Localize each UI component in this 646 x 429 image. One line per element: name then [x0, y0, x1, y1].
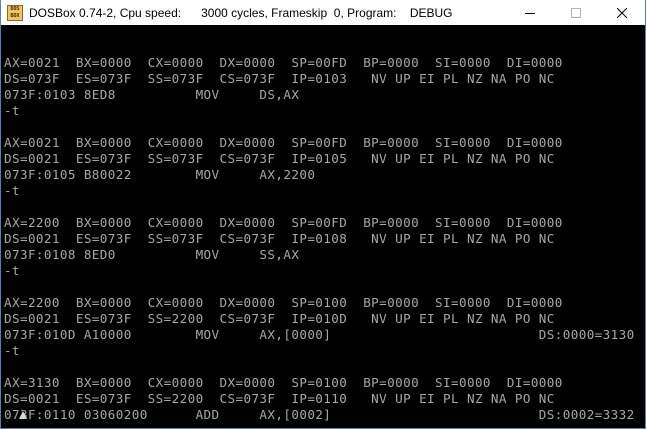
console-line: -t — [4, 103, 20, 118]
dosbox-app-icon[interactable]: DOS BOX — [7, 4, 23, 21]
console-line: 073F:0105 B80022 MOV AX,2200 — [4, 167, 316, 182]
mouse-pointer-icon — [19, 411, 27, 419]
window-title: DOSBox 0.74-2, Cpu speed: 3000 cycles, F… — [29, 5, 453, 20]
prompt-text: - — [4, 423, 12, 427]
icon-label-bottom: BOX — [10, 12, 20, 19]
console-line: DS=0021 ES=073F SS=2200 CS=073F IP=0110 … — [4, 391, 555, 406]
dos-console[interactable]: AX=0021 BX=0000 CX=0000 DX=0000 SP=00FD … — [4, 39, 644, 427]
console-line: AX=3130 BX=0000 CX=0000 DX=0000 SP=0100 … — [4, 375, 563, 390]
console-line: DS=0021 ES=073F SS=073F CS=073F IP=0105 … — [4, 151, 555, 166]
console-line: 073F:010D A10000 MOV AX,[0000] DS:0000=3… — [4, 327, 635, 342]
console-line: 073F:0108 8ED0 MOV SS,AX — [4, 247, 300, 262]
console-line: AX=2200 BX=0000 CX=0000 DX=0000 SP=00FD … — [4, 215, 563, 230]
console-line: AX=0021 BX=0000 CX=0000 DX=0000 SP=00FD … — [4, 55, 563, 70]
dosbox-window: DOS BOX DOSBox 0.74-2, Cpu speed: 3000 c… — [0, 0, 646, 429]
maximize-button[interactable] — [553, 0, 599, 25]
console-line: -t — [4, 183, 20, 198]
console-line: DS=0021 ES=073F SS=2200 CS=073F IP=010D … — [4, 311, 555, 326]
minimize-button[interactable] — [507, 0, 553, 25]
console-line: AX=2200 BX=0000 CX=0000 DX=0000 SP=0100 … — [4, 295, 563, 310]
console-line: -t — [4, 343, 20, 358]
console-line: 073F:0103 8ED8 MOV DS,AX — [4, 87, 300, 102]
minimize-icon — [525, 12, 535, 14]
console-line: AX=0021 BX=0000 CX=0000 DX=0000 SP=00FD … — [4, 135, 563, 150]
close-icon — [617, 7, 627, 18]
console-line: DS=0021 ES=073F SS=073F CS=073F IP=0108 … — [4, 231, 555, 246]
title-bar[interactable]: DOS BOX DOSBox 0.74-2, Cpu speed: 3000 c… — [1, 0, 645, 25]
icon-label-top: DOS — [10, 5, 20, 12]
command-prompt[interactable]: - — [4, 423, 644, 427]
maximize-icon — [571, 7, 581, 18]
console-line: 073F:0110 03060200 ADD AX,[0002] DS:0002… — [4, 407, 635, 422]
console-line: -t — [4, 263, 20, 278]
close-button[interactable] — [599, 0, 645, 25]
console-line: DS=073F ES=073F SS=073F CS=073F IP=0103 … — [4, 71, 555, 86]
window-controls — [507, 0, 645, 25]
